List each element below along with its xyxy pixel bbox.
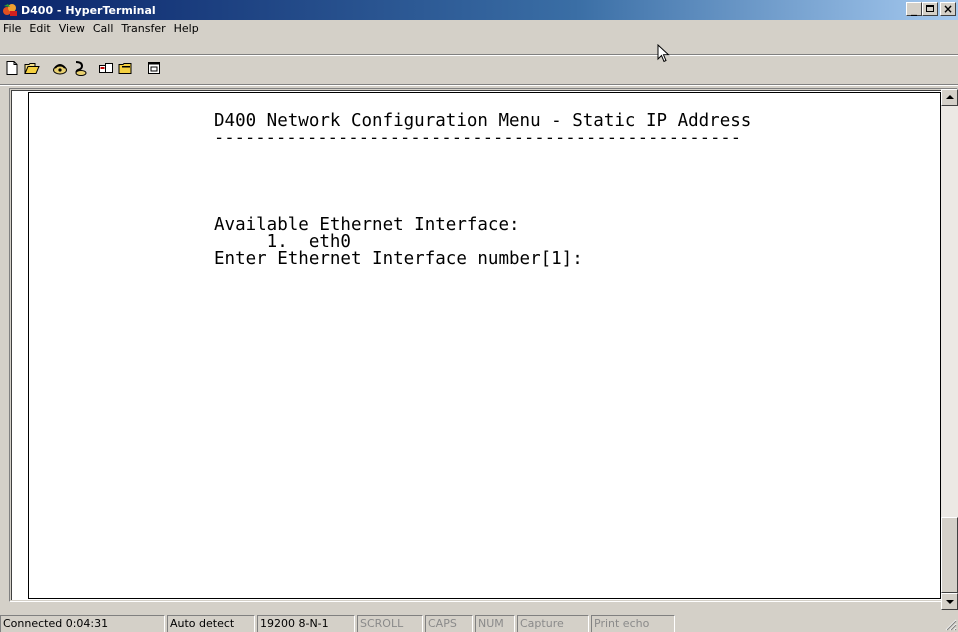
detect-status: Auto detect bbox=[167, 615, 255, 632]
restore-icon bbox=[926, 5, 934, 12]
menu-edit[interactable]: Edit bbox=[25, 20, 54, 38]
send-icon bbox=[99, 63, 113, 73]
disconnect-icon bbox=[75, 61, 87, 76]
toolbar bbox=[0, 58, 958, 82]
menu-file[interactable]: File bbox=[0, 20, 25, 38]
connect-icon bbox=[53, 64, 67, 75]
vertical-scrollbar[interactable] bbox=[941, 89, 958, 610]
receive-button[interactable] bbox=[117, 59, 135, 77]
resize-grip-icon[interactable] bbox=[943, 617, 957, 631]
menu-view[interactable]: View bbox=[55, 20, 89, 38]
window-title: D400 - HyperTerminal bbox=[21, 3, 156, 17]
menu-separator bbox=[0, 54, 958, 56]
toolbar-separator bbox=[0, 84, 958, 86]
menu-call[interactable]: Call bbox=[89, 20, 118, 38]
disconnect-button[interactable] bbox=[71, 59, 89, 77]
new-connection-button[interactable] bbox=[3, 59, 21, 77]
port-settings-status: 19200 8-N-1 bbox=[257, 615, 355, 632]
scroll-up-button[interactable] bbox=[941, 89, 958, 106]
capture-status: Capture bbox=[517, 615, 589, 632]
new-icon bbox=[6, 61, 18, 75]
arrow-up-icon bbox=[946, 95, 954, 99]
scroll-lock-status: SCROLL bbox=[357, 615, 423, 632]
interface-prompt: Enter Ethernet Interface number[1]: bbox=[214, 249, 583, 269]
title-bar[interactable]: D400 - HyperTerminal _ × bbox=[0, 0, 958, 20]
title-underline: ----------------------------------------… bbox=[214, 128, 742, 148]
open-icon bbox=[24, 63, 40, 74]
close-button[interactable]: × bbox=[940, 2, 956, 16]
close-icon: × bbox=[942, 2, 954, 16]
status-bar: Connected 0:04:31 Auto detect 19200 8-N-… bbox=[0, 613, 958, 632]
menu-help[interactable]: Help bbox=[170, 20, 203, 38]
hyperterminal-icon[interactable] bbox=[2, 2, 18, 18]
caps-lock-status: CAPS bbox=[425, 615, 473, 632]
menu-transfer[interactable]: Transfer bbox=[117, 20, 169, 38]
arrow-down-icon bbox=[946, 600, 954, 604]
call-button[interactable] bbox=[51, 59, 69, 77]
terminal-frame: D400 Network Configuration Menu - Static… bbox=[9, 88, 958, 602]
send-button[interactable] bbox=[97, 59, 115, 77]
minimize-button[interactable]: _ bbox=[906, 2, 922, 16]
num-lock-status: NUM bbox=[475, 615, 515, 632]
menu-bar: File Edit View Call Transfer Help bbox=[0, 20, 958, 38]
properties-icon bbox=[148, 62, 160, 74]
scroll-thumb[interactable] bbox=[941, 517, 958, 593]
terminal-screen[interactable]: D400 Network Configuration Menu - Static… bbox=[28, 92, 941, 599]
receive-icon bbox=[118, 63, 132, 74]
open-button[interactable] bbox=[23, 59, 41, 77]
minimize-icon: _ bbox=[911, 2, 917, 16]
mouse-cursor-icon bbox=[657, 44, 670, 63]
connection-status: Connected 0:04:31 bbox=[0, 615, 165, 632]
scroll-down-button[interactable] bbox=[941, 593, 958, 610]
properties-button[interactable] bbox=[145, 59, 163, 77]
print-echo-status: Print echo bbox=[591, 615, 675, 632]
restore-button[interactable] bbox=[922, 2, 938, 16]
